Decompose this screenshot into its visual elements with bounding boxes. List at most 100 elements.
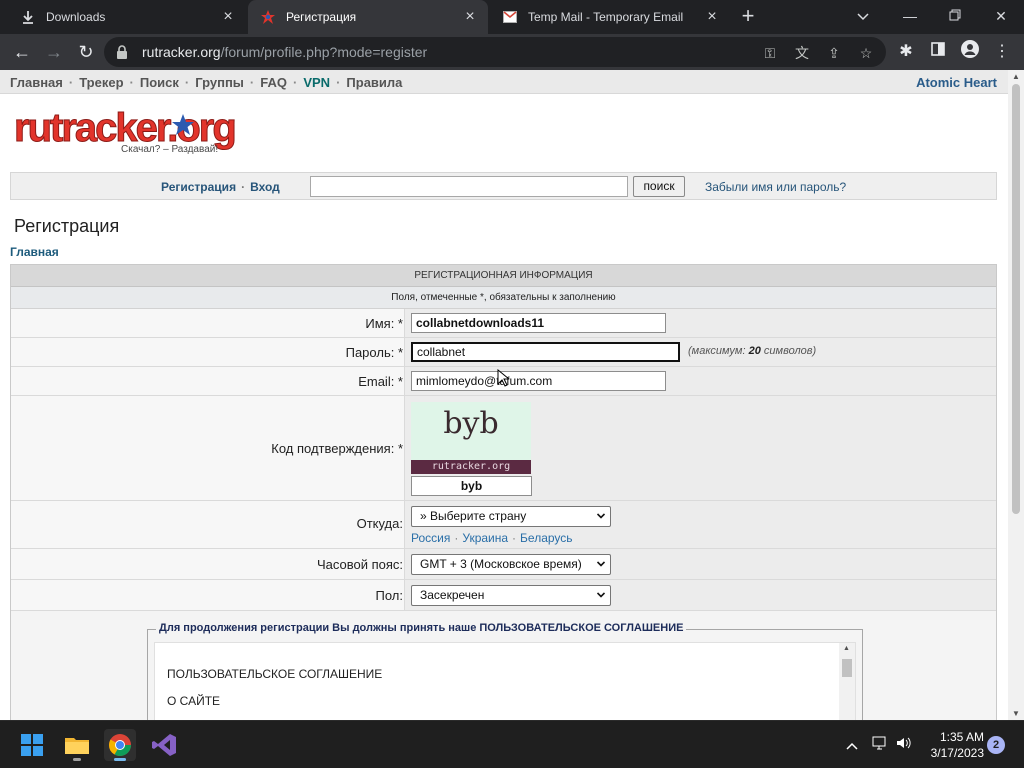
url-path: /forum/profile.php?mode=register	[220, 44, 428, 60]
forgot-password-link[interactable]: Забыли имя или пароль?	[705, 180, 846, 194]
login-link[interactable]: Вход	[250, 180, 280, 194]
minimize-icon[interactable]: —	[898, 4, 922, 28]
profile-avatar-icon[interactable]	[958, 40, 982, 64]
tab-downloads[interactable]: Downloads ×	[8, 0, 246, 34]
registration-form: Регистрационная информация Поля, отмечен…	[10, 264, 997, 720]
login-bar: Регистрация · Вход поиск Забыли имя или па…	[10, 172, 997, 200]
taskbar-clock[interactable]: 1:35 AM 3/17/2023	[918, 729, 984, 761]
chevron-down-icon	[597, 561, 605, 567]
nav-search[interactable]: Поиск	[140, 75, 179, 90]
running-indicator	[114, 758, 126, 761]
captcha-footer: rutracker.org	[411, 460, 531, 474]
password-label: Пароль: *	[345, 345, 403, 360]
page-scrollbar[interactable]: ▲ ▼	[1008, 70, 1024, 720]
hint-number: 20	[748, 345, 761, 357]
nav-rules[interactable]: Правила	[346, 75, 402, 90]
new-tab-icon[interactable]: +	[736, 5, 760, 29]
network-icon[interactable]	[870, 735, 890, 755]
agreement-heading: ПОЛЬЗОВАТЕЛЬСКОЕ СОГЛАШЕНИЕ	[167, 667, 383, 681]
logo-slogan: Скачал? – Раздавай!	[121, 144, 219, 155]
scroll-up-icon[interactable]: ▲	[843, 645, 850, 652]
share-icon[interactable]: ⇪	[824, 43, 844, 63]
promo-link[interactable]: Atomic Heart	[916, 75, 997, 90]
forward-icon[interactable]: →	[42, 40, 66, 64]
lock-icon	[116, 45, 128, 59]
site-top-nav: Главная · Трекер · Поиск · Группы · FAQ · VPN · Прав…	[0, 70, 1008, 94]
download-icon	[20, 9, 36, 25]
breadcrumb-home[interactable]: Главная	[10, 245, 59, 259]
gender-select-value: Засекречен	[420, 588, 485, 602]
nav-groups[interactable]: Группы	[195, 75, 244, 90]
tab-title: Temp Mail - Temporary Email	[528, 10, 684, 24]
username-label: Имя: *	[365, 316, 403, 331]
nav-faq[interactable]: FAQ	[260, 75, 287, 90]
page-viewport: Главная · Трекер · Поиск · Группы · FAQ · VPN · Прав…	[0, 70, 1008, 720]
country-link-ukraine[interactable]: Украина	[462, 531, 508, 545]
chevron-down-icon	[597, 513, 605, 519]
username-input[interactable]: collabnetdownloads11	[411, 313, 666, 333]
clock-date: 3/17/2023	[930, 746, 984, 760]
menu-kebab-icon[interactable]: ⋮	[990, 40, 1014, 64]
country-select[interactable]: » Выберите страну	[411, 506, 611, 527]
close-tab-icon[interactable]: ×	[462, 9, 478, 25]
form-header: Регистрационная информация	[11, 265, 996, 287]
tab-search-chevron-icon[interactable]	[851, 4, 875, 28]
scroll-up-icon[interactable]: ▲	[1012, 72, 1020, 81]
country-link-belarus[interactable]: Беларусь	[520, 531, 572, 545]
agreement-text-box[interactable]: ПОЛЬЗОВАТЕЛЬСКОЕ СОГЛАШЕНИЕ О САЙТЕ ▲	[154, 642, 856, 720]
captcha-row: Код подтверждения: * byb rutracker.org b…	[11, 396, 996, 501]
search-input[interactable]	[310, 176, 628, 197]
password-input[interactable]: collabnet	[411, 342, 680, 362]
chrome-icon[interactable]	[104, 729, 136, 761]
email-input[interactable]: mimlomeydo@tafum.com	[411, 371, 666, 391]
address-bar[interactable]: rutracker.org/forum/profile.php?mode=reg…	[104, 37, 886, 67]
windows-taskbar: 1:35 AM 3/17/2023 2	[0, 720, 1024, 768]
search-button[interactable]: поиск	[633, 176, 685, 197]
translate-icon[interactable]: 文	[792, 43, 812, 63]
captcha-input[interactable]: byb	[411, 476, 532, 496]
gender-select[interactable]: Засекречен	[411, 585, 611, 606]
required-note: Поля, отмеченные *, обязательны к заполн…	[11, 287, 996, 309]
tray-chevron-up-icon[interactable]	[842, 735, 862, 755]
key-icon[interactable]: ⚿	[760, 43, 780, 63]
mail-icon	[502, 9, 518, 25]
agreement-section-title: О САЙТЕ	[167, 694, 221, 708]
tab-temp-mail[interactable]: Temp Mail - Temporary Email ×	[490, 0, 730, 34]
url-host: rutracker.org	[142, 44, 221, 60]
scroll-thumb[interactable]	[1012, 84, 1020, 514]
restore-icon[interactable]	[943, 4, 967, 28]
extensions-icon[interactable]: ✱	[894, 40, 918, 64]
register-link[interactable]: Регистрация	[161, 180, 236, 194]
side-panel-icon[interactable]	[926, 40, 950, 64]
country-select-value: » Выберите страну	[420, 509, 527, 523]
visual-studio-icon[interactable]	[148, 729, 180, 761]
nav-vpn[interactable]: VPN	[303, 75, 330, 90]
quick-countries: Россия · Украина · Беларусь	[411, 531, 573, 545]
back-icon[interactable]: ←	[10, 40, 34, 64]
timezone-select[interactable]: GMT + 3 (Московское время)	[411, 554, 611, 575]
volume-icon[interactable]	[894, 735, 914, 755]
close-tab-icon[interactable]: ×	[220, 9, 236, 25]
scroll-down-icon[interactable]: ▼	[1012, 709, 1020, 718]
captcha-image: byb rutracker.org	[411, 402, 531, 474]
agreement-scrollbar[interactable]: ▲	[839, 643, 855, 720]
page-title: Регистрация	[14, 216, 120, 236]
timezone-label: Часовой пояс:	[316, 557, 403, 572]
clock-time: 1:35 AM	[939, 730, 984, 744]
bookmark-star-icon[interactable]: ☆	[856, 43, 876, 63]
close-tab-icon[interactable]: ×	[704, 9, 720, 25]
file-explorer-icon[interactable]	[61, 729, 93, 761]
agreement-fieldset: Для продолжения регистрации Вы должны пр…	[147, 622, 863, 720]
site-logo[interactable]: rutracker.org Скачал? – Раздавай!	[14, 106, 254, 160]
tab-title: Downloads	[46, 10, 106, 24]
reload-icon[interactable]: ↻	[74, 40, 98, 64]
scroll-thumb[interactable]	[842, 659, 852, 677]
nav-tracker[interactable]: Трекер	[79, 75, 123, 90]
password-hint: (максимум: 20 символов)	[688, 345, 816, 357]
notification-badge[interactable]: 2	[987, 736, 1005, 754]
close-window-icon[interactable]: ✕	[989, 4, 1013, 28]
country-link-russia[interactable]: Россия	[411, 531, 450, 545]
nav-home[interactable]: Главная	[10, 75, 63, 90]
start-icon[interactable]	[16, 729, 48, 761]
tab-registration[interactable]: Регистрация ×	[248, 0, 488, 34]
